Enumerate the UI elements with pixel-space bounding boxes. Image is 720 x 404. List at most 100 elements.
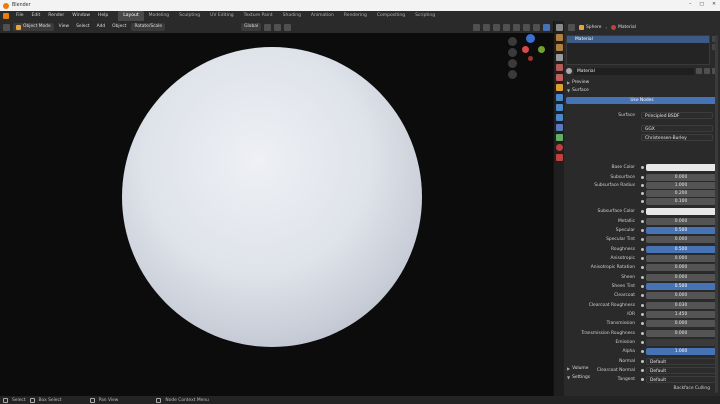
material-shading-icon[interactable] [533,23,540,31]
tab-texture-paint[interactable]: Texture Paint [239,11,278,21]
visibility-icon[interactable] [473,23,480,31]
socket-dot-icon[interactable] [641,183,644,187]
property-value-field[interactable]: 0.000 [646,319,716,327]
add-menu[interactable]: Add [95,23,108,31]
gizmo-neg-x-icon[interactable] [528,56,533,61]
property-value-field[interactable] [646,207,716,215]
gizmo-z-axis-icon[interactable] [526,34,535,43]
backface-culling-label[interactable]: Backface Culling [674,386,710,391]
rendered-shading-icon[interactable] [543,23,550,31]
properties-scrollbar[interactable] [715,35,718,393]
tab-modeling[interactable]: Modeling [144,11,174,21]
output-tab-icon[interactable] [556,44,563,51]
menu-help[interactable]: Help [94,11,112,21]
gizmo-x-axis-icon[interactable] [522,46,529,53]
socket-dot-icon[interactable] [641,312,644,316]
snap-icon[interactable] [274,23,282,31]
constraints-tab-icon[interactable] [556,124,563,131]
scene-tab-icon[interactable] [556,64,563,71]
property-value-field[interactable]: 1.000 [646,347,716,355]
property-value-field[interactable]: 0.000 [646,273,716,281]
property-value-field[interactable]: 1.000 [646,181,716,189]
socket-dot-icon[interactable] [641,228,644,232]
editor-menu-icon[interactable] [568,23,575,31]
close-button[interactable]: ✕ [712,2,716,8]
socket-dot-icon[interactable] [641,340,644,344]
tab-scripting[interactable]: Scripting [410,11,440,21]
subsurface-method-dropdown[interactable]: Christensen-Burley [641,133,713,141]
socket-dot-icon[interactable] [641,209,644,213]
orientation-dropdown[interactable]: Global [241,23,262,31]
property-value-field[interactable]: 1.450 [646,310,716,318]
proportional-icon[interactable] [284,23,292,31]
socket-dot-icon[interactable] [641,256,644,260]
property-value-field[interactable] [646,338,716,346]
property-value-field[interactable]: 0.000 [646,254,716,262]
property-value-field[interactable]: 0.000 [646,329,716,337]
tab-rendering[interactable]: Rendering [339,11,372,21]
sphere-object[interactable] [122,47,422,347]
socket-dot-icon[interactable] [641,265,644,269]
property-value-field[interactable]: 0.000 [646,217,716,225]
render-tab-icon[interactable] [556,34,563,41]
gizmo-icon[interactable] [483,23,490,31]
overlay-icon[interactable] [493,23,500,31]
tab-animation[interactable]: Animation [306,11,339,21]
xray-icon[interactable] [503,23,510,31]
material-tab-icon[interactable] [556,144,563,151]
socket-dot-icon[interactable] [641,303,644,307]
fake-user-icon[interactable] [696,68,702,74]
wireframe-shading-icon[interactable] [513,23,520,31]
camera-view-icon[interactable] [508,59,517,68]
socket-dot-icon[interactable] [641,284,644,288]
select-menu[interactable]: Select [74,23,92,31]
socket-dot-icon[interactable] [641,275,644,279]
editor-type-icon[interactable] [3,23,10,31]
volume-section[interactable]: ▶ Volume [564,364,720,373]
tab-uv-editing[interactable]: UV Editing [205,11,238,21]
tab-compositing[interactable]: Compositing [372,11,410,21]
property-value-field[interactable]: 0.000 [646,291,716,299]
perspective-toggle-icon[interactable] [508,70,517,79]
property-value-field[interactable]: 0.500 [646,245,716,253]
property-value-field[interactable]: 0.000 [646,173,716,181]
material-name-field[interactable]: Material [574,67,694,75]
gizmo-y-axis-icon[interactable] [538,46,545,53]
zoom-tool-icon[interactable] [508,37,517,46]
breadcrumb-object[interactable]: Sphere [579,24,601,30]
surface-section[interactable]: ▼ Surface [564,86,720,95]
socket-dot-icon[interactable] [641,219,644,223]
property-value-field[interactable]: 0.500 [646,226,716,234]
surface-shader-dropdown[interactable]: Principled BSDF [641,111,713,119]
socket-dot-icon[interactable] [641,321,644,325]
property-value-field[interactable]: 0.200 [646,189,716,197]
socket-dot-icon[interactable] [641,247,644,251]
property-value-field[interactable]: 0.100 [646,197,716,205]
maximize-button[interactable]: □ [699,2,704,8]
tab-shading[interactable]: Shading [278,11,306,21]
socket-dot-icon[interactable] [641,175,644,179]
socket-dot-icon[interactable] [641,359,644,363]
object-menu[interactable]: Object [110,23,128,31]
pivot-icon[interactable] [264,23,272,31]
socket-dot-icon[interactable] [641,237,644,241]
tab-sculpting[interactable]: Sculpting [174,11,205,21]
socket-dot-icon[interactable] [641,293,644,297]
menu-file[interactable]: File [12,11,28,21]
breadcrumb-material[interactable]: Material [611,24,636,30]
view-layer-tab-icon[interactable] [556,54,563,61]
material-slot-item[interactable]: Material [567,36,709,43]
minimize-button[interactable]: – [689,2,691,8]
material-slot-list[interactable]: Material [566,35,710,65]
distribution-dropdown[interactable]: GGX [641,124,713,132]
object-tab-icon[interactable] [556,84,563,91]
use-nodes-button[interactable]: Use Nodes [566,97,718,104]
property-value-field[interactable]: 0.000 [646,235,716,243]
material-browse-icon[interactable] [566,68,572,74]
data-tab-icon[interactable] [556,134,563,141]
pan-tool-icon[interactable] [508,48,517,57]
blender-menu-icon[interactable] [3,13,9,19]
physics-tab-icon[interactable] [556,114,563,121]
world-tab-icon[interactable] [556,74,563,81]
tool-tab-icon[interactable] [556,24,563,31]
